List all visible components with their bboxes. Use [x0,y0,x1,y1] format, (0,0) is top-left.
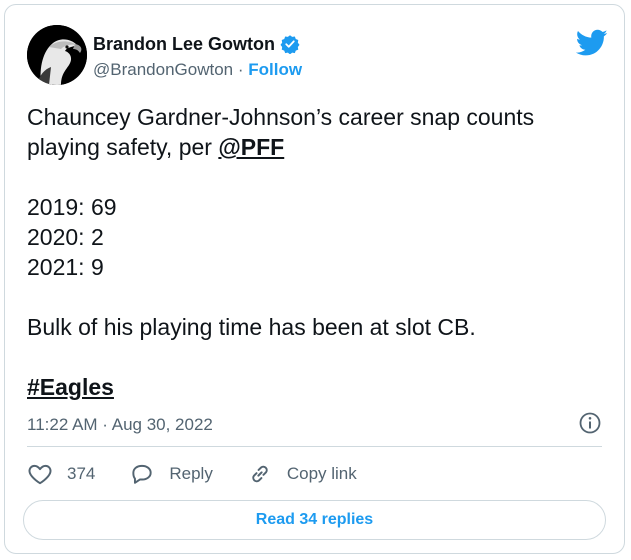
stat-line: 2019: 69 [27,194,117,220]
avatar[interactable] [27,25,87,85]
author-handle-row: @BrandonGowton · Follow [93,59,302,81]
stat-line: 2020: 2 [27,224,104,250]
like-count: 374 [67,464,96,483]
like-button[interactable]: 374 [27,461,95,487]
stat-line: 2021: 9 [27,254,104,280]
tweet-timestamp[interactable]: 11:22 AM · Aug 30, 2022 [27,415,213,435]
tweet-text: Chauncey Gardner-Johnson’s career snap c… [27,102,597,402]
mention-link[interactable]: @PFF [218,134,284,160]
reply-label: Reply [169,464,213,483]
copy-link-label: Copy link [286,464,357,483]
info-icon[interactable] [578,411,602,435]
author-name-row[interactable]: Brandon Lee Gowton [93,33,300,55]
separator-dot: · [237,60,244,79]
twitter-bird-icon[interactable] [576,29,608,57]
divider [27,446,602,447]
verified-badge-icon [280,35,300,54]
hashtag-link[interactable]: #Eagles [27,374,114,400]
author-name[interactable]: Brandon Lee Gowton [93,33,275,55]
copy-link-button[interactable]: Copy link [247,461,357,487]
author-handle[interactable]: @BrandonGowton [93,60,233,79]
link-icon [252,465,268,483]
heart-icon [28,464,52,485]
tweet-card: Brandon Lee Gowton @BrandonGowton · Foll… [4,4,625,554]
follow-button[interactable]: Follow [248,60,302,79]
tweet-line-intro: Chauncey Gardner-Johnson’s career snap c… [27,102,597,162]
read-replies-button[interactable]: Read 34 replies [23,500,606,540]
reply-bubble-icon [132,464,153,484]
tweet-summary: Bulk of his playing time has been at slo… [27,314,476,340]
action-bar: 374 Reply Copy link [27,461,391,487]
reply-button[interactable]: Reply [129,461,213,487]
